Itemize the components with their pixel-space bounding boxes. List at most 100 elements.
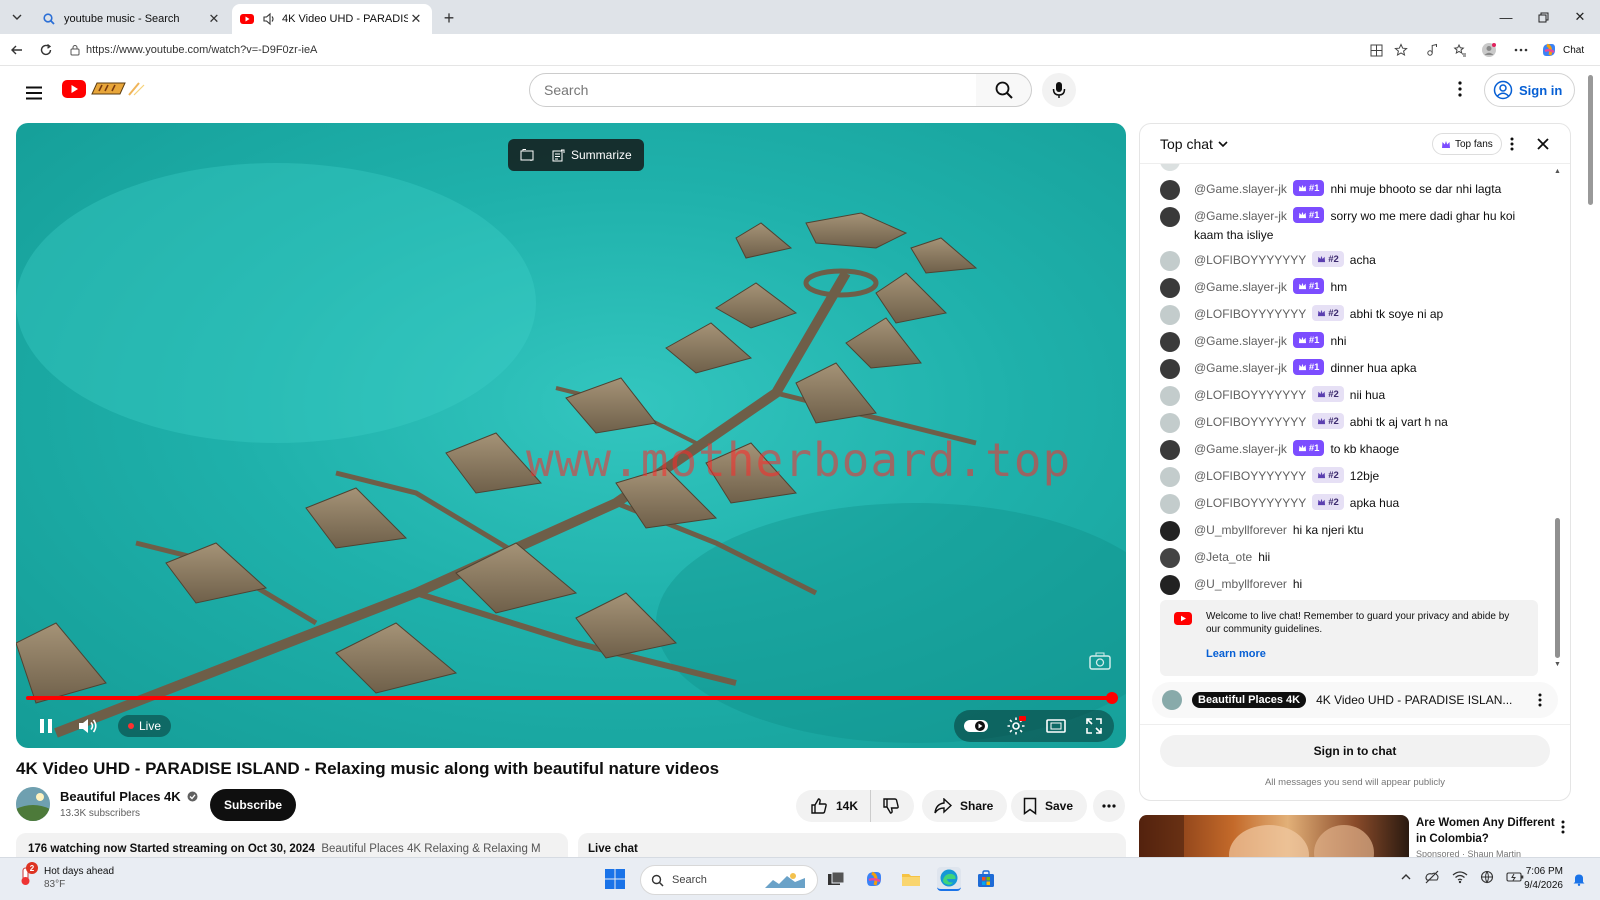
page-scrollbar[interactable]: [1586, 67, 1596, 857]
chat-avatar[interactable]: [1160, 386, 1180, 406]
app-available-icon[interactable]: [1368, 42, 1384, 58]
chat-avatar[interactable]: [1160, 359, 1180, 379]
volume-button[interactable]: [72, 710, 104, 742]
channel-avatar[interactable]: [16, 787, 50, 821]
chat-author[interactable]: @LOFIBOYYYYYYY: [1194, 496, 1306, 510]
autoplay-toggle[interactable]: [958, 710, 994, 742]
page-scroll-thumb[interactable]: [1588, 75, 1593, 205]
copilot-taskbar-icon[interactable]: [862, 867, 886, 891]
minimize-button[interactable]: —: [1496, 8, 1516, 26]
microsoft-store-icon[interactable]: [974, 867, 998, 891]
network-status-icon[interactable]: [1480, 870, 1494, 884]
dislike-button[interactable]: [871, 790, 911, 822]
pause-button[interactable]: [30, 710, 62, 742]
notification-bell-icon[interactable]: [1572, 872, 1586, 886]
chat-author[interactable]: @U_mbyllforever: [1194, 523, 1287, 537]
close-tab-icon[interactable]: ✕: [408, 11, 424, 27]
chat-avatar[interactable]: [1160, 467, 1180, 487]
restore-button[interactable]: [1533, 8, 1553, 26]
taskbar-search[interactable]: Search: [640, 865, 818, 895]
browser-tab-youtube[interactable]: 4K Video UHD - PARADISE ISLA ✕: [232, 4, 432, 34]
chat-author[interactable]: @LOFIBOYYYYYYY: [1194, 307, 1306, 321]
learn-more-link[interactable]: Learn more: [1206, 648, 1526, 661]
chat-author[interactable]: @Game.slayer-jk: [1194, 334, 1287, 348]
chat-author[interactable]: @U_mbyllforever: [1194, 577, 1287, 591]
lock-icon[interactable]: [70, 44, 80, 56]
save-button[interactable]: Save: [1011, 790, 1088, 822]
chat-scrollbar[interactable]: ▲ ▼: [1554, 168, 1562, 668]
progress-scrubber[interactable]: [1106, 692, 1118, 704]
chat-avatar[interactable]: [1160, 548, 1180, 568]
video-player[interactable]: www.motherboard.top Summarize Live: [16, 123, 1126, 748]
favorites-icon[interactable]: [1452, 42, 1468, 58]
chat-author[interactable]: @LOFIBOYYYYYYY: [1194, 253, 1306, 267]
pinned-menu-button[interactable]: [1532, 693, 1548, 707]
chat-avatar[interactable]: [1160, 494, 1180, 514]
chat-author[interactable]: @Game.slayer-jk: [1194, 442, 1287, 456]
scroll-up-icon[interactable]: ▲: [1554, 168, 1561, 175]
like-button[interactable]: 14K: [796, 790, 872, 822]
share-button[interactable]: Share: [922, 790, 1008, 822]
chat-author[interactable]: @Game.slayer-jk: [1194, 182, 1287, 196]
chat-menu-button[interactable]: [1502, 134, 1522, 154]
search-button[interactable]: [976, 73, 1032, 107]
url-field[interactable]: https://www.youtube.com/watch?v=-D9F0zr-…: [66, 38, 1386, 62]
pinned-banner[interactable]: Beautiful Places 4K 4K Video UHD - PARAD…: [1152, 682, 1558, 718]
chat-avatar[interactable]: [1160, 413, 1180, 433]
chat-author[interactable]: @LOFIBOYYYYYYY: [1194, 388, 1306, 402]
chat-scroll-thumb[interactable]: [1555, 518, 1560, 658]
chat-avatar[interactable]: [1160, 251, 1180, 271]
edge-browser-icon[interactable]: [937, 867, 961, 891]
chat-author[interactable]: @LOFIBOYYYYYYY: [1194, 469, 1306, 483]
chat-author[interactable]: @Game.slayer-jk: [1194, 280, 1287, 294]
no-sync-icon[interactable]: [1424, 870, 1440, 884]
chat-author[interactable]: @LOFIBOYYYYYYY: [1194, 415, 1306, 429]
scroll-down-icon[interactable]: ▼: [1554, 661, 1561, 668]
youtube-logo[interactable]: [62, 80, 147, 98]
screenshot-icon[interactable]: [520, 149, 534, 161]
live-badge[interactable]: Live: [118, 715, 172, 737]
chat-mode-dropdown[interactable]: Top chat: [1160, 136, 1229, 152]
weather-widget[interactable]: 2 Hot days ahead 83°F: [16, 862, 114, 891]
more-options-icon[interactable]: [1513, 42, 1529, 58]
close-tab-icon[interactable]: ✕: [206, 11, 222, 27]
progress-bar[interactable]: [26, 696, 1109, 700]
chat-avatar[interactable]: [1160, 207, 1180, 227]
close-window-button[interactable]: ✕: [1570, 8, 1590, 26]
live-chat-tab[interactable]: Live chat: [578, 833, 1126, 857]
system-clock[interactable]: 7:06 PM 9/4/2026: [1515, 865, 1563, 893]
copilot-chat-button[interactable]: Chat: [1540, 40, 1584, 60]
chat-avatar[interactable]: [1160, 440, 1180, 460]
subscribe-button[interactable]: Subscribe: [210, 789, 297, 821]
chat-author[interactable]: @Jeta_ote: [1194, 550, 1252, 564]
recommendation-title[interactable]: Are Women Any Different in Colombia?: [1416, 815, 1556, 847]
chat-author[interactable]: @Game.slayer-jk: [1194, 361, 1287, 375]
fullscreen-button[interactable]: [1076, 710, 1112, 742]
theater-mode-button[interactable]: [1038, 710, 1074, 742]
wifi-icon[interactable]: [1452, 870, 1468, 884]
chat-author[interactable]: @Game.slayer-jk: [1194, 209, 1287, 223]
chat-avatar[interactable]: [1160, 332, 1180, 352]
hamburger-menu-button[interactable]: [20, 79, 48, 107]
back-button[interactable]: [8, 41, 26, 59]
top-fans-button[interactable]: Top fans: [1432, 133, 1502, 155]
close-chat-button[interactable]: [1532, 133, 1554, 155]
chat-avatar[interactable]: [1160, 278, 1180, 298]
file-explorer-icon[interactable]: [899, 867, 923, 891]
sign-in-to-chat-button[interactable]: Sign in to chat: [1160, 735, 1550, 767]
chat-avatar[interactable]: [1160, 521, 1180, 541]
media-icon[interactable]: [1424, 42, 1440, 58]
settings-button[interactable]: [998, 710, 1034, 742]
refresh-button[interactable]: [37, 41, 55, 59]
windows-start-icon[interactable]: [604, 868, 626, 890]
summarize-button[interactable]: Summarize: [552, 148, 632, 162]
speaker-icon[interactable]: [262, 12, 276, 26]
sign-in-button[interactable]: Sign in: [1484, 73, 1576, 107]
chat-avatar[interactable]: [1160, 305, 1180, 325]
more-actions-button[interactable]: [1093, 790, 1125, 822]
description-box[interactable]: 176 watching now Started streaming on Oc…: [16, 833, 568, 857]
chat-avatar[interactable]: [1160, 180, 1180, 200]
task-view-icon[interactable]: [824, 867, 848, 891]
chevron-up-icon[interactable]: [1400, 872, 1412, 882]
voice-search-button[interactable]: [1042, 73, 1076, 107]
